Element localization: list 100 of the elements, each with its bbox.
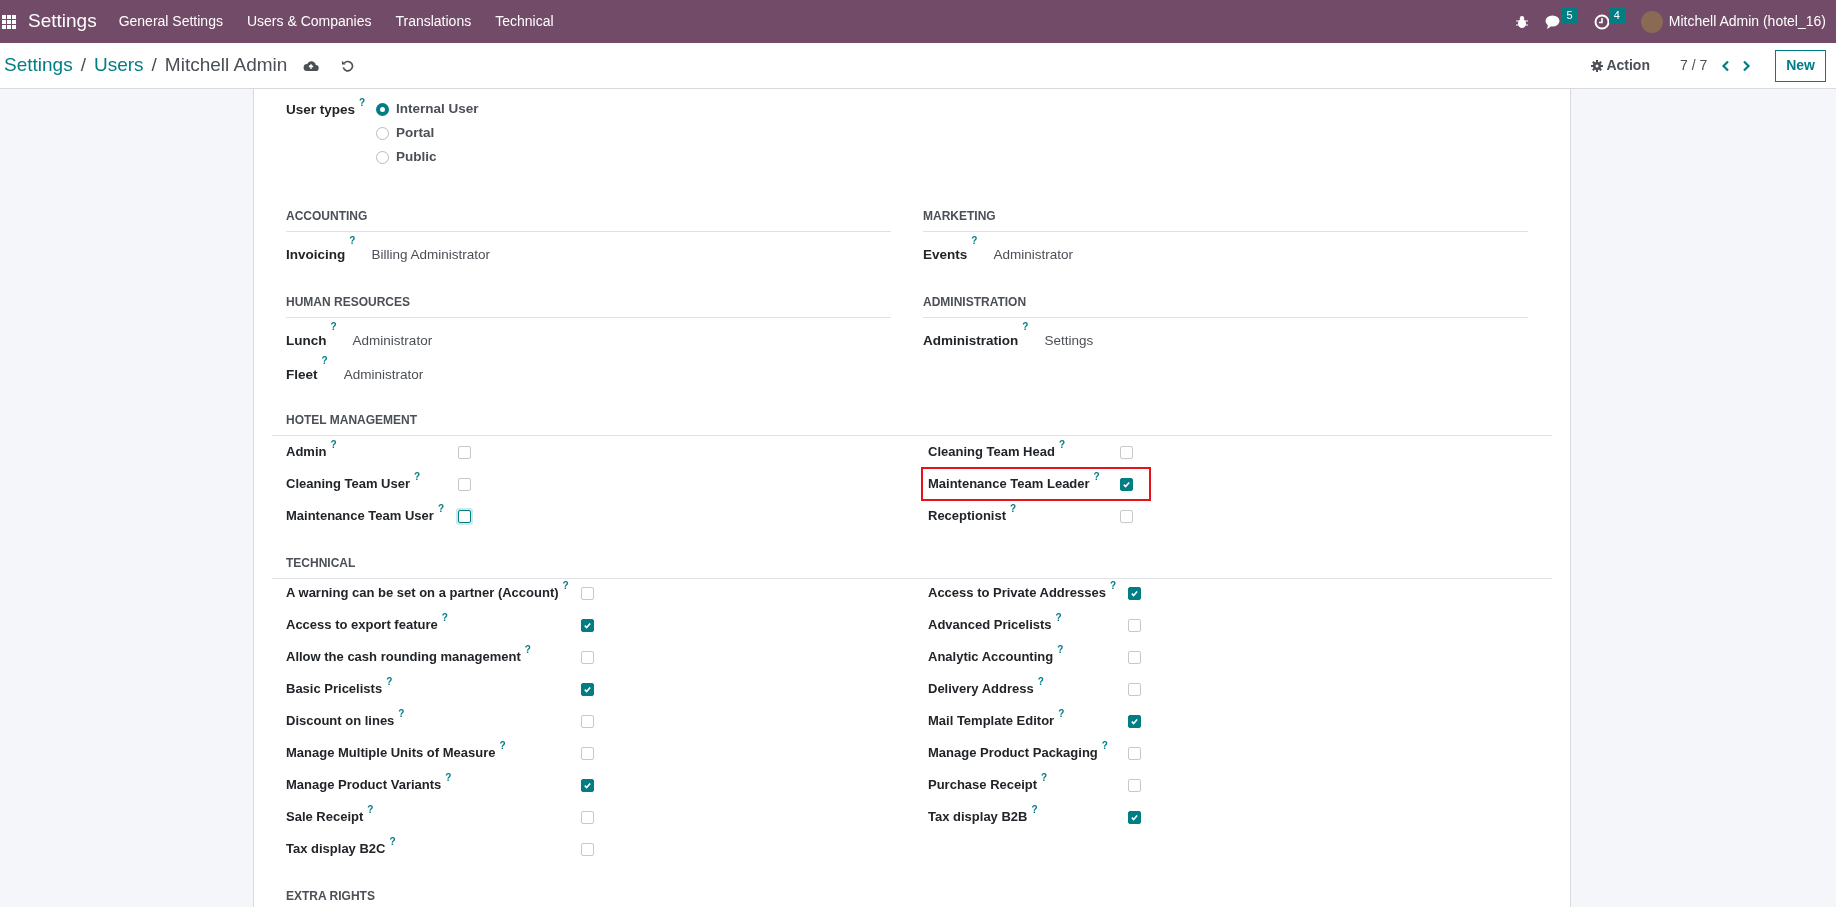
checkbox[interactable] [581,778,594,792]
checkbox[interactable] [458,477,471,491]
cloud-upload-icon[interactable] [303,59,320,72]
menu-item[interactable]: Users & Companies [234,11,384,32]
checkbox[interactable] [1128,618,1141,632]
section-heading: ACCOUNTING [286,209,368,223]
help-tooltip-mark[interactable]: ? [367,805,374,816]
clock-icon[interactable] [1593,13,1610,30]
checkbox[interactable] [581,746,594,760]
field-label: Tax display B2B [928,808,1028,827]
help-tooltip-mark[interactable]: ? [1058,709,1065,720]
help-tooltip-mark[interactable]: ? [389,837,396,848]
check-icon [1122,479,1131,489]
help-tooltip-mark[interactable]: ? [330,440,337,451]
help-tooltip-mark[interactable]: ? [359,98,366,108]
field-label: A warning can be set on a partner (Account) [286,584,559,603]
field-value[interactable]: Administrator [352,330,433,352]
field-label: User types [286,101,356,119]
checkbox[interactable] [1128,746,1141,760]
help-tooltip-mark[interactable]: ? [414,472,421,483]
help-tooltip-mark[interactable]: ? [1055,613,1062,624]
help-tooltip-mark[interactable]: ? [1093,472,1100,483]
field-label: Allow the cash rounding management [286,648,521,667]
field-label: Delivery Address [928,680,1034,699]
help-tooltip-mark[interactable]: ? [349,236,356,246]
field-value[interactable]: Administrator [343,364,424,386]
help-tooltip-mark[interactable]: ? [499,741,506,752]
checkbox[interactable] [581,714,594,728]
checkbox[interactable] [1128,714,1141,728]
checkbox[interactable] [581,586,594,600]
menu-item[interactable]: Translations [383,11,484,32]
help-tooltip-mark[interactable]: ? [971,236,978,246]
chevron-right-icon[interactable] [1742,59,1752,72]
breadcrumb-link[interactable]: Settings [4,51,73,80]
checkbox[interactable] [581,682,594,696]
radio-label: Public [396,147,437,166]
gear-icon[interactable] [1591,59,1604,72]
checkbox[interactable] [581,650,594,664]
help-tooltip-mark[interactable]: ? [1101,741,1108,752]
menu-item[interactable]: Technical [483,11,566,32]
chevron-left-icon[interactable] [1721,59,1731,72]
new-button[interactable]: New [1775,49,1826,82]
checkbox[interactable] [581,842,594,856]
checkbox[interactable] [1128,682,1141,696]
radio-button[interactable] [376,150,389,164]
help-tooltip-mark[interactable]: ? [1022,322,1029,332]
breadcrumb-separator: / [80,53,86,78]
checkbox[interactable] [1128,586,1141,600]
checkbox[interactable] [1120,445,1133,459]
field-label: Maintenance Team User [286,507,434,526]
checkbox[interactable] [1128,778,1141,792]
checkbox[interactable] [581,618,594,632]
field-value[interactable]: Settings [1044,330,1094,352]
radio-label: Portal [396,123,435,142]
radio-label: Internal User [396,99,479,118]
pager-value[interactable]: 7 / 7 [1679,55,1708,76]
help-tooltip-mark[interactable]: ? [1031,805,1038,816]
checkbox[interactable] [1120,509,1133,523]
help-tooltip-mark[interactable]: ? [386,677,393,688]
field-value[interactable]: Administrator [993,244,1073,266]
help-tooltip-mark[interactable]: ? [398,709,405,720]
field-label: Access to export feature [286,616,438,635]
checkbox[interactable] [1128,650,1141,664]
field-label: Admin [286,443,327,462]
check-icon [583,684,592,694]
help-tooltip-mark[interactable]: ? [1058,440,1065,451]
field-label: Lunch [286,331,327,350]
field-label: Administration [923,331,1019,350]
help-tooltip-mark[interactable]: ? [437,504,444,515]
help-tooltip-mark[interactable]: ? [445,773,452,784]
radio-button[interactable] [376,126,389,140]
radio-button[interactable] [376,102,389,116]
section-heading: TECHNICAL [286,556,356,570]
checkbox[interactable] [1120,477,1133,491]
checkbox[interactable] [458,445,471,459]
help-tooltip-mark[interactable]: ? [1010,504,1017,515]
field-value[interactable]: Billing Administrator [371,244,490,266]
bug-icon[interactable] [1514,14,1529,29]
help-tooltip-mark[interactable]: ? [1057,645,1064,656]
help-tooltip-mark[interactable]: ? [330,322,337,332]
checkbox[interactable] [1128,810,1141,824]
breadcrumb-link[interactable]: Users [93,51,144,80]
help-tooltip-mark[interactable]: ? [1037,677,1044,688]
help-tooltip-mark[interactable]: ? [524,645,531,656]
help-tooltip-mark[interactable]: ? [321,356,328,366]
help-tooltip-mark[interactable]: ? [1110,581,1117,592]
check-icon [583,620,592,630]
discard-icon[interactable] [341,59,355,72]
action-menu-button[interactable]: Action [1606,55,1650,76]
field-label: Tax display B2C [286,840,386,859]
help-tooltip-mark[interactable]: ? [441,613,448,624]
menu-item[interactable]: General Settings [106,11,235,32]
breadcrumb-current: Mitchell Admin [164,53,288,78]
user-menu[interactable]: Mitchell Admin (hotel_16) [1668,11,1826,32]
app-title[interactable]: Settings [28,7,97,36]
checkbox[interactable] [581,810,594,824]
help-tooltip-mark[interactable]: ? [1041,773,1048,784]
apps-menu-icon[interactable] [2,14,16,29]
help-tooltip-mark[interactable]: ? [562,581,569,592]
field-label: Discount on lines [286,712,395,731]
